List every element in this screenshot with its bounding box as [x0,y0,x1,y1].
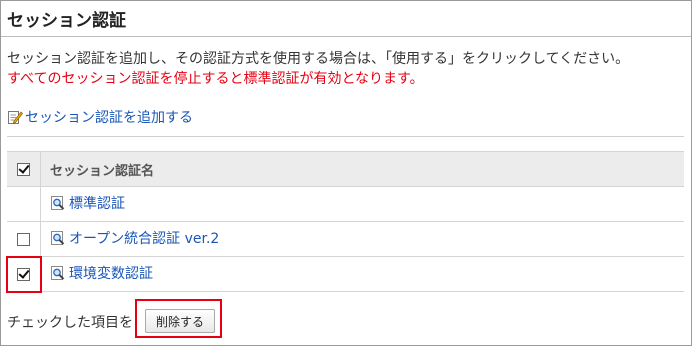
title-divider [1,36,691,37]
row-checkbox-cell [7,221,41,257]
edit-icon [8,111,23,124]
row-checkbox-cell [7,186,41,222]
row-name-cell: オープン統合認証 ver.2 [40,221,684,257]
highlight-delete-frame [135,299,222,338]
row-name-cell: 標準認証 [40,186,684,222]
highlight-checkbox-frame [6,256,42,293]
page-title: セッション認証 [7,11,126,31]
column-header-name: セッション認証名 [40,151,684,187]
table-row: オープン統合認証 ver.2 [7,221,684,257]
auth-name: オープン統合認証 ver.2 [69,231,220,247]
checked-items-label: チェックした項目を [7,315,133,331]
add-divider [7,136,684,137]
description-text: セッション認証を追加し、その認証方式を使用する場合は、「使用する」をクリックして… [7,51,630,67]
row-checkbox[interactable] [17,232,30,246]
select-all-checkbox[interactable] [17,162,30,176]
magnifier-icon [51,231,65,245]
auth-name: 環境変数認証 [69,266,153,282]
row-name-cell: 環境変数認証 [40,256,684,292]
table-row: 環境変数認証 [7,256,684,292]
auth-name: 標準認証 [69,196,125,212]
auth-link-env-variable[interactable]: 環境変数認証 [50,263,153,283]
table-header-row: セッション認証名 [7,151,684,187]
auth-link-standard[interactable]: 標準認証 [50,193,125,213]
table-row: 標準認証 [7,186,684,222]
warning-text: すべてのセッション認証を停止すると標準認証が有効となります。 [7,71,424,87]
select-all-cell [7,151,41,187]
add-link-label: セッション認証を追加する [25,110,193,126]
magnifier-icon [51,196,65,210]
magnifier-icon [51,266,65,280]
session-auth-table: セッション認証名 標準認証 オープン統合認証 ver.2 環境変数認証 [7,151,684,292]
auth-link-open-integrated[interactable]: オープン統合認証 ver.2 [50,228,219,248]
add-session-auth-link[interactable]: セッション認証を追加する [7,107,193,127]
